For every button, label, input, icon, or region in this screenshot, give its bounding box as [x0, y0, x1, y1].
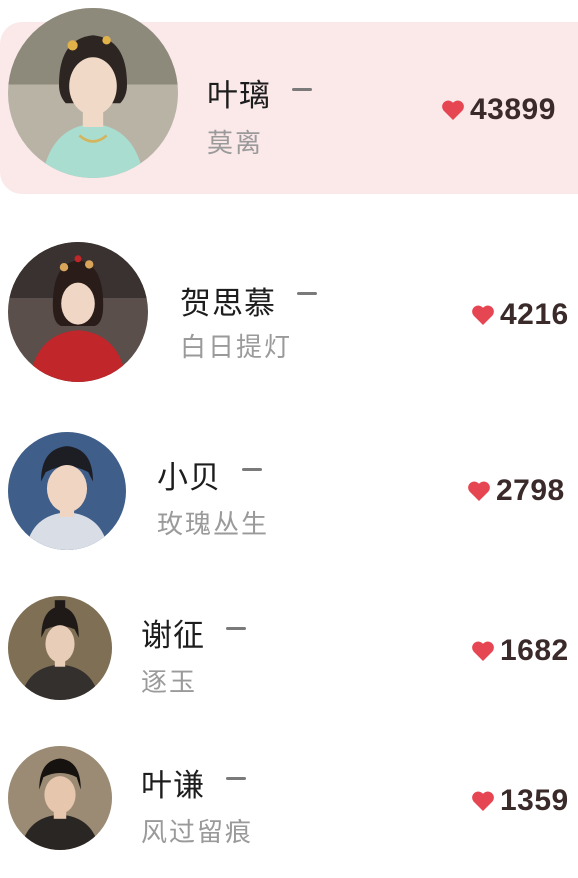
- heat-count: 1359: [500, 784, 569, 817]
- heart-icon: [468, 481, 490, 501]
- drama-title: 逐玉: [141, 668, 198, 698]
- character-name: 贺思慕: [180, 286, 276, 322]
- rank-change-indicator: [297, 292, 317, 295]
- heat-count: 1682: [500, 634, 569, 667]
- ranking-row[interactable]: 谢征 逐玉 1682: [0, 580, 578, 730]
- ranking-row[interactable]: 叶璃 莫离 43899: [0, 0, 578, 200]
- avatar[interactable]: [8, 242, 148, 382]
- rank-change-indicator: [242, 468, 262, 471]
- character-name: 谢征: [141, 618, 205, 654]
- heat-score: 1359: [471, 784, 569, 818]
- avatar[interactable]: [8, 596, 112, 700]
- heart-icon: [472, 305, 494, 325]
- avatar[interactable]: [8, 432, 126, 550]
- heat-score: 1682: [471, 634, 569, 668]
- character-name: 叶谦: [141, 768, 205, 804]
- heat-count: 2798: [496, 474, 565, 507]
- rank-change-indicator: [226, 627, 246, 630]
- heat-score: 43899: [441, 93, 556, 127]
- avatar[interactable]: [8, 746, 112, 850]
- avatar[interactable]: [8, 8, 178, 178]
- ranking-row[interactable]: 贺思慕 白日提灯 4216: [0, 230, 578, 400]
- heat-count: 43899: [470, 93, 556, 126]
- character-name: 小贝: [157, 460, 221, 496]
- ranking-row[interactable]: 小贝 玫瑰丛生 2798: [0, 420, 578, 570]
- heart-icon: [442, 100, 464, 120]
- heat-score: 4216: [471, 298, 569, 332]
- rank-change-indicator: [226, 777, 246, 780]
- heat-count: 4216: [500, 298, 569, 331]
- heart-icon: [472, 791, 494, 811]
- character-name: 叶璃: [207, 78, 271, 114]
- drama-title: 玫瑰丛生: [157, 510, 270, 540]
- drama-title: 莫离: [207, 129, 264, 159]
- ranking-row[interactable]: 叶谦 风过留痕 1359: [0, 730, 578, 878]
- drama-title: 风过留痕: [141, 818, 254, 848]
- rank-change-indicator: [292, 88, 312, 91]
- heat-score: 2798: [467, 474, 565, 508]
- heart-icon: [472, 641, 494, 661]
- drama-title: 白日提灯: [180, 333, 293, 363]
